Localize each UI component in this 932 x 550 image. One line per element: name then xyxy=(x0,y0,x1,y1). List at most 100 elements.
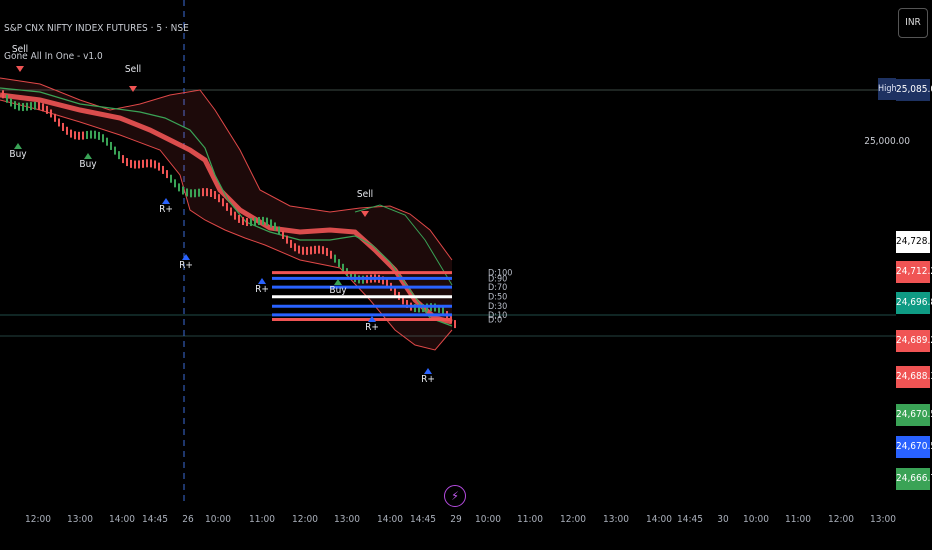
candle xyxy=(10,98,12,107)
candle xyxy=(298,245,300,254)
x-tick-label: 12:00 xyxy=(25,514,51,525)
candle xyxy=(58,118,60,127)
x-tick-label: 11:00 xyxy=(517,514,543,525)
signal-marker xyxy=(129,86,137,92)
price-tag: 24,696.80 xyxy=(896,292,932,314)
candle xyxy=(246,218,248,227)
x-tick-label: 14:00 xyxy=(109,514,135,525)
candle xyxy=(282,231,284,240)
candle xyxy=(142,159,144,168)
x-tick-label: 13:00 xyxy=(334,514,360,525)
candle xyxy=(278,226,280,235)
candle xyxy=(2,90,4,99)
candle xyxy=(138,160,140,169)
candle xyxy=(22,103,24,112)
candle xyxy=(326,247,328,256)
candle xyxy=(290,239,292,248)
candle xyxy=(262,216,264,225)
candle xyxy=(334,254,336,263)
candle xyxy=(6,94,8,103)
x-tick-label: 29 xyxy=(450,514,462,525)
price-tag: 25,085.00 xyxy=(896,79,932,101)
candle xyxy=(254,217,256,226)
x-tick-label: 11:00 xyxy=(249,514,275,525)
candle xyxy=(82,131,84,140)
candle xyxy=(94,130,96,139)
candle xyxy=(130,159,132,168)
indicator-name[interactable]: Gone All In One - v1.0 xyxy=(4,51,103,62)
candle xyxy=(158,162,160,171)
candle xyxy=(274,222,276,231)
level-label: D:0 xyxy=(488,316,502,326)
candle xyxy=(154,160,156,169)
x-tick-label: 12:00 xyxy=(560,514,586,525)
x-tick-label: 11:00 xyxy=(785,514,811,525)
candle xyxy=(166,170,168,179)
signal-label: Buy xyxy=(9,149,27,160)
candle xyxy=(230,207,232,216)
candle xyxy=(214,191,216,200)
candle xyxy=(54,113,56,122)
x-tick-label: 13:00 xyxy=(67,514,93,525)
candle xyxy=(122,155,124,164)
candle xyxy=(190,189,192,198)
x-tick-label: 14:00 xyxy=(646,514,672,525)
candle xyxy=(14,101,16,110)
candle xyxy=(42,103,44,112)
candle xyxy=(126,158,128,167)
candle xyxy=(318,245,320,254)
price-tag: 24,666.77 xyxy=(896,468,932,490)
candle xyxy=(234,211,236,220)
x-tick-label: 14:45 xyxy=(142,514,168,525)
candle xyxy=(174,179,176,188)
candle xyxy=(330,250,332,259)
x-tick-label: 12:00 xyxy=(828,514,854,525)
candle xyxy=(250,218,252,227)
x-tick-label: 13:00 xyxy=(603,514,629,525)
bolt-icon[interactable]: ⚡ xyxy=(444,485,466,507)
signal-label: R+ xyxy=(365,322,379,333)
signal-label: R+ xyxy=(421,374,435,385)
y-axis-label: 25,000.00 xyxy=(864,136,910,147)
candle xyxy=(118,151,120,160)
candle xyxy=(342,263,344,272)
candle xyxy=(270,219,272,228)
currency-button[interactable]: INR xyxy=(898,8,928,38)
candle xyxy=(66,126,68,135)
candle xyxy=(218,194,220,203)
candle xyxy=(70,129,72,138)
candle xyxy=(322,246,324,255)
level-label: D:70 xyxy=(488,283,507,293)
high-label: High xyxy=(878,78,897,100)
x-tick-label: 14:45 xyxy=(677,514,703,525)
x-tick-label: 10:00 xyxy=(205,514,231,525)
candle xyxy=(306,246,308,255)
candle xyxy=(102,134,104,143)
signal-label: R+ xyxy=(255,284,269,295)
candle xyxy=(106,137,108,146)
candle xyxy=(26,102,28,111)
signal-marker xyxy=(16,66,24,72)
x-tick-label: 10:00 xyxy=(475,514,501,525)
candle xyxy=(314,245,316,254)
price-chart[interactable]: D:100D:90D:70D:50D:30D:10D:0SellBuyBuySe… xyxy=(0,0,932,550)
price-tag: 24,670.56 xyxy=(896,404,932,426)
candle xyxy=(134,160,136,169)
candle xyxy=(50,109,52,118)
candle xyxy=(178,183,180,192)
price-tag: 24,670.56 xyxy=(896,436,932,458)
candle xyxy=(62,122,64,131)
candle xyxy=(266,217,268,226)
price-tag: 24,689.25 xyxy=(896,330,932,352)
signal-label: Sell xyxy=(357,189,373,200)
x-tick-label: 13:00 xyxy=(870,514,896,525)
x-tick-label: 12:00 xyxy=(292,514,318,525)
signal-label: Buy xyxy=(79,159,97,170)
candle xyxy=(114,146,116,155)
price-tag: 24,728.34 xyxy=(896,231,932,253)
candle xyxy=(46,105,48,114)
symbol-title: S&P CNX NIFTY INDEX FUTURES · 5 · NSE xyxy=(4,23,189,34)
candle xyxy=(338,259,340,268)
candle xyxy=(202,188,204,197)
candle xyxy=(34,101,36,110)
